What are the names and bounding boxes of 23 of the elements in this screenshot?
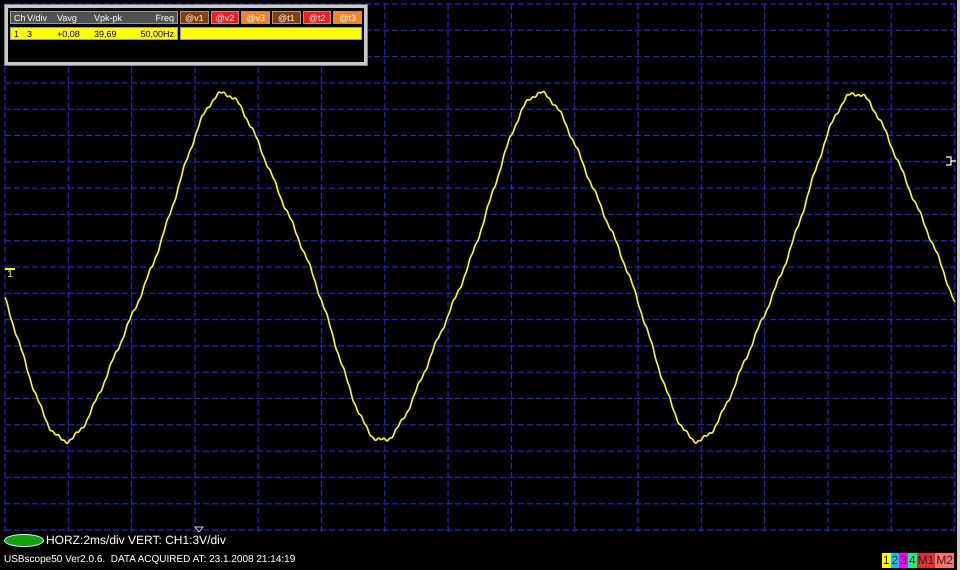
trigger-position-marker[interactable] (194, 526, 204, 532)
cursor-button[interactable]: @v1 (180, 11, 209, 24)
table-cell-text: +0,08 (57, 28, 81, 41)
cursor-button[interactable]: @t2 (302, 11, 332, 24)
channel-toggle[interactable]: 1 (882, 553, 891, 568)
timebase-settings: HORZ:2ms/div VERT: CH1:3V/div (46, 533, 226, 548)
column-header: Vavg (57, 12, 78, 25)
table-cell-text: 3 (27, 28, 34, 41)
column-header: Freq (154, 12, 174, 25)
table-cell-text: 39,69 (94, 28, 118, 41)
table-cell-text: 1 (14, 28, 20, 41)
channel-toggle[interactable]: M2 (935, 553, 954, 568)
status-text: USBscope50 Ver2.0.6. DATA ACQUIRED AT: 23.1.2008 21:14:19 (4, 553, 296, 567)
cursor-button[interactable]: @v2 (210, 11, 240, 24)
cursor-button[interactable]: @t1 (272, 11, 301, 24)
column-header: V/div (27, 12, 48, 25)
logo-icon (4, 534, 44, 547)
trigger-level-marker[interactable] (945, 156, 957, 166)
table-cell-text: 50,00Hz (139, 28, 174, 41)
channel-toggle[interactable]: 3 (899, 553, 908, 568)
column-header: Vpk-pk (94, 12, 124, 25)
channel-toggle[interactable]: M1 (916, 553, 936, 568)
column-header: Ch (14, 12, 27, 25)
